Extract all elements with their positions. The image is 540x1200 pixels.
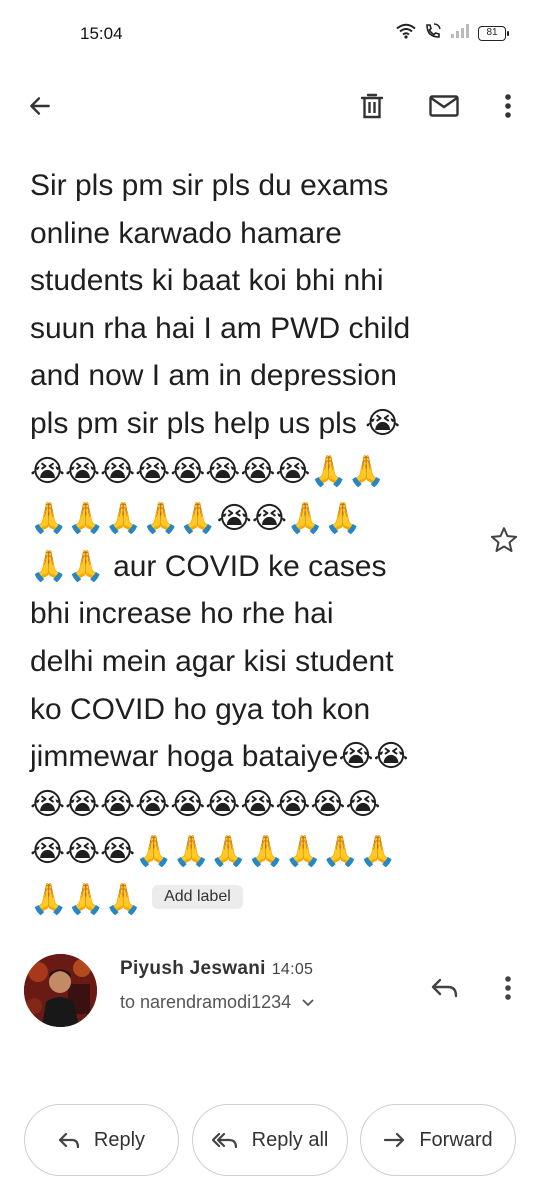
subject-line: online karwado hamare: [30, 216, 342, 250]
status-time: 15:04: [80, 24, 123, 43]
chevron-down-icon: [302, 998, 314, 1006]
arrow-back-icon: [30, 97, 50, 115]
subject-emoji: 🙏🙏: [30, 549, 105, 583]
sender-name-text: Piyush Jeswani: [120, 958, 266, 979]
trash-icon: [360, 93, 384, 119]
subject-text: pls pm sir pls help us pls: [30, 406, 357, 440]
signal-icon: [450, 23, 470, 44]
reply-all-button[interactable]: Reply all: [192, 1104, 348, 1176]
sender-row: Piyush Jeswani 14:05 to narendramodi1234: [0, 950, 540, 1030]
back-button[interactable]: [20, 86, 60, 126]
message-more-button[interactable]: [488, 968, 528, 1008]
subject-line: and now I am in depression: [30, 359, 397, 393]
wifi-call-icon: [424, 22, 442, 45]
subject-line: ko COVID ho gya toh kon: [30, 692, 371, 726]
sender-name[interactable]: Piyush Jeswani 14:05: [120, 958, 313, 980]
reply-all-icon: [211, 1132, 237, 1148]
star-outline-icon: [490, 527, 518, 552]
forward-icon: [384, 1132, 405, 1148]
mark-unread-button[interactable]: [424, 86, 464, 126]
subject-emoji-line: 😭😭😭🙏🙏🙏🙏🙏🙏🙏: [30, 835, 397, 869]
email-subject: Sir pls pm sir pls du exams online karwa…: [30, 162, 480, 924]
add-label-chip[interactable]: Add label: [152, 884, 243, 909]
subject-emoji-line: 😭😭😭😭😭😭😭😭🙏🙏: [30, 454, 386, 488]
message-actions: Reply Reply all Forward: [0, 1104, 540, 1178]
reply-button[interactable]: Reply: [24, 1104, 179, 1176]
subject-line: jimmewar hoga bataiye😭😭: [30, 740, 409, 774]
subject-line: students ki baat koi bhi nhi: [30, 264, 384, 298]
status-bar: 15:04 81: [0, 0, 540, 70]
star-button[interactable]: [484, 520, 524, 560]
reply-quick-button[interactable]: [424, 968, 464, 1008]
sent-time: 14:05: [271, 961, 314, 978]
reply-all-label: Reply all: [251, 1128, 329, 1151]
avatar[interactable]: [24, 954, 97, 1027]
reply-icon: [431, 978, 458, 998]
subject-emoji: 🙏🙏🙏: [30, 882, 143, 916]
more-options-button[interactable]: [488, 86, 528, 126]
subject-line: Sir pls pm sir pls du exams: [30, 169, 389, 202]
battery-icon: 81: [478, 26, 509, 41]
more-vert-icon: [505, 94, 511, 118]
email-toolbar: [0, 80, 540, 132]
delete-button[interactable]: [352, 86, 392, 126]
subject-emoji-line: 🙏🙏🙏🙏🙏😭😭🙏🙏: [30, 502, 362, 536]
subject-emoji-line: 😭😭😭😭😭😭😭😭😭😭: [30, 787, 381, 821]
wifi-icon: [396, 23, 416, 44]
recipient-details[interactable]: to narendramodi1234: [120, 992, 315, 1013]
subject-line: suun rha hai I am PWD child: [30, 311, 411, 345]
subject-line: delhi mein agar kisi student: [30, 644, 394, 678]
subject-line: 🙏🙏 aur COVID ke cases: [30, 543, 480, 591]
more-vert-icon: [505, 976, 511, 1000]
forward-label: Forward: [419, 1128, 493, 1151]
mail-icon: [429, 95, 459, 117]
subject-emoji-line: 🙏🙏🙏 Add label: [30, 876, 480, 924]
subject-emoji: 😭: [365, 406, 401, 440]
reply-icon: [58, 1132, 80, 1148]
reply-label: Reply: [93, 1128, 146, 1151]
status-icons: 81: [396, 22, 509, 45]
recipient-text: to narendramodi1234: [120, 992, 292, 1012]
subject-line: bhi increase ho rhe hai: [30, 597, 334, 631]
forward-button[interactable]: Forward: [360, 1104, 516, 1176]
subject-text: aur COVID ke cases: [113, 549, 387, 583]
subject-line: pls pm sir pls help us pls 😭: [30, 400, 480, 448]
